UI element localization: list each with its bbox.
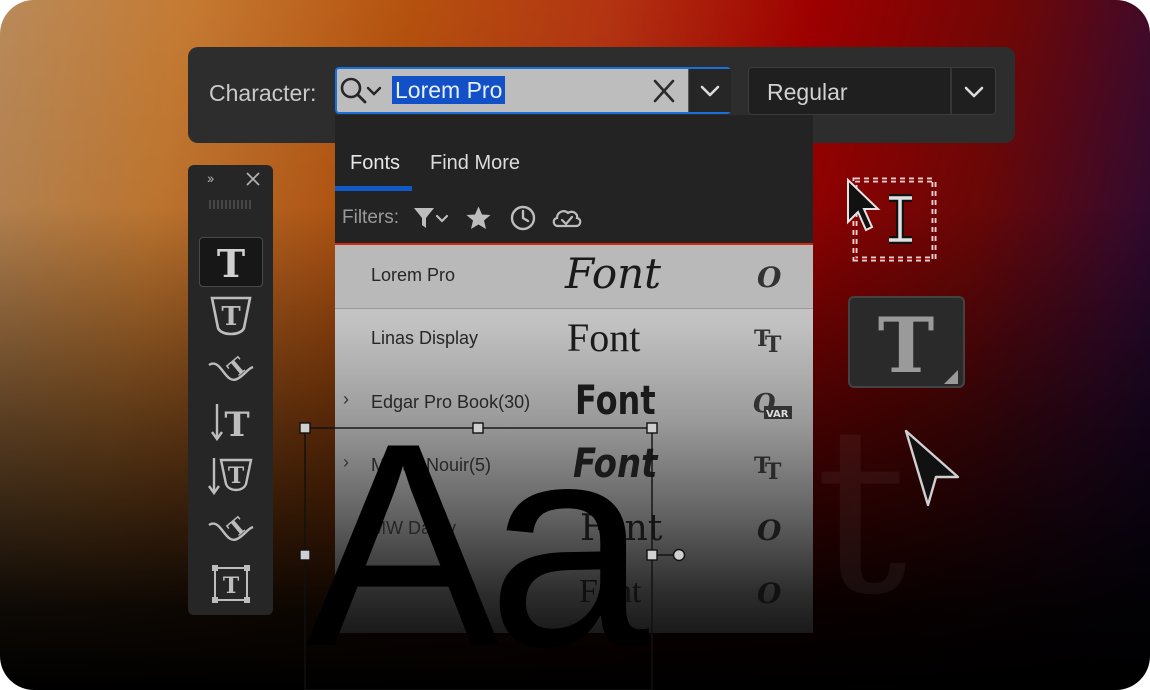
search-icon[interactable] — [338, 74, 388, 108]
close-icon[interactable] — [244, 170, 262, 188]
svg-text:T: T — [878, 302, 935, 382]
font-list-item[interactable]: Linas Display Font T T — [335, 308, 813, 371]
font-list-dropdown-button[interactable] — [688, 69, 731, 112]
font-name: Linas Display — [371, 328, 479, 348]
vertical-type-mask-icon: T — [208, 458, 253, 496]
type-tool-icon: T — [878, 302, 935, 382]
font-name: Lorem Pro — [371, 265, 456, 285]
svg-text:T: T — [217, 241, 245, 286]
clear-icon[interactable] — [648, 76, 680, 106]
svg-text:T: T — [223, 352, 253, 383]
svg-text:O: O — [757, 514, 782, 546]
tab-find-more[interactable]: Find More — [430, 152, 520, 175]
text-bounding-box[interactable] — [296, 418, 692, 690]
opentype-icon: O — [757, 261, 782, 293]
svg-text:O: O — [757, 261, 782, 293]
vertical-type-mask-tool[interactable]: T — [199, 452, 263, 502]
vertical-type-on-path-icon: T — [208, 512, 254, 543]
active-tab-indicator — [335, 186, 412, 191]
opentype-icon: O — [757, 514, 782, 546]
panel-grip-icon[interactable] — [208, 200, 252, 209]
search-value[interactable]: Lorem Pro — [392, 76, 506, 104]
type-on-path-tool[interactable]: T — [199, 345, 263, 395]
variable-font-icon: O VAR — [753, 389, 792, 420]
svg-text:T: T — [223, 512, 253, 543]
chevron-down-icon — [700, 85, 720, 97]
type-on-path-icon: T — [208, 352, 254, 383]
horizontal-type-mask-tool[interactable]: T — [199, 292, 263, 342]
opentype-icon: O — [757, 577, 782, 609]
svg-text:T: T — [223, 573, 240, 599]
chevron-down-icon[interactable] — [958, 80, 990, 104]
panel-expand-icon[interactable]: ›› — [207, 170, 214, 186]
truetype-icon: T T — [754, 326, 782, 356]
style-divider — [950, 68, 952, 114]
svg-text:T: T — [221, 302, 241, 332]
star-icon[interactable] — [465, 205, 492, 231]
area-type-icon: T — [212, 565, 250, 603]
svg-text:O: O — [757, 577, 782, 609]
horizontal-type-tool[interactable]: T — [199, 237, 263, 287]
type-tool-icon: T — [217, 241, 245, 286]
canvas-background: t Character: Lorem Pro Regular Fonts Fin… — [0, 0, 1150, 690]
cloud-check-icon[interactable] — [550, 204, 584, 232]
vertical-type-on-path-tool[interactable]: T — [199, 505, 263, 555]
svg-text:T: T — [228, 463, 245, 489]
filters-label: Filters: — [342, 207, 399, 228]
svg-text:T: T — [224, 405, 249, 445]
truetype-icon: T T — [754, 453, 782, 483]
svg-text:VAR: VAR — [766, 409, 789, 420]
background-glyph: t — [815, 379, 908, 646]
font-sample: Font — [565, 249, 662, 298]
character-label: Character: — [209, 80, 317, 106]
type-mask-tool-icon: T — [210, 296, 252, 336]
font-sample: Font — [567, 315, 641, 360]
font-style-value: Regular — [767, 79, 848, 105]
svg-text:T: T — [765, 332, 782, 356]
funnel-icon[interactable] — [412, 205, 450, 231]
area-type-tool[interactable]: T — [199, 559, 263, 609]
clock-icon[interactable] — [509, 204, 537, 232]
svg-text:T: T — [765, 459, 782, 483]
arrow-cursor-icon — [904, 429, 960, 507]
font-list-item[interactable]: Lorem Pro Font O — [335, 245, 813, 308]
cursor-ibeam-icon — [847, 177, 937, 262]
vertical-type-icon: T — [211, 404, 250, 445]
vertical-type-tool[interactable]: T — [199, 398, 263, 448]
tab-fonts[interactable]: Fonts — [350, 152, 400, 175]
flyout-corner-icon — [944, 370, 958, 384]
